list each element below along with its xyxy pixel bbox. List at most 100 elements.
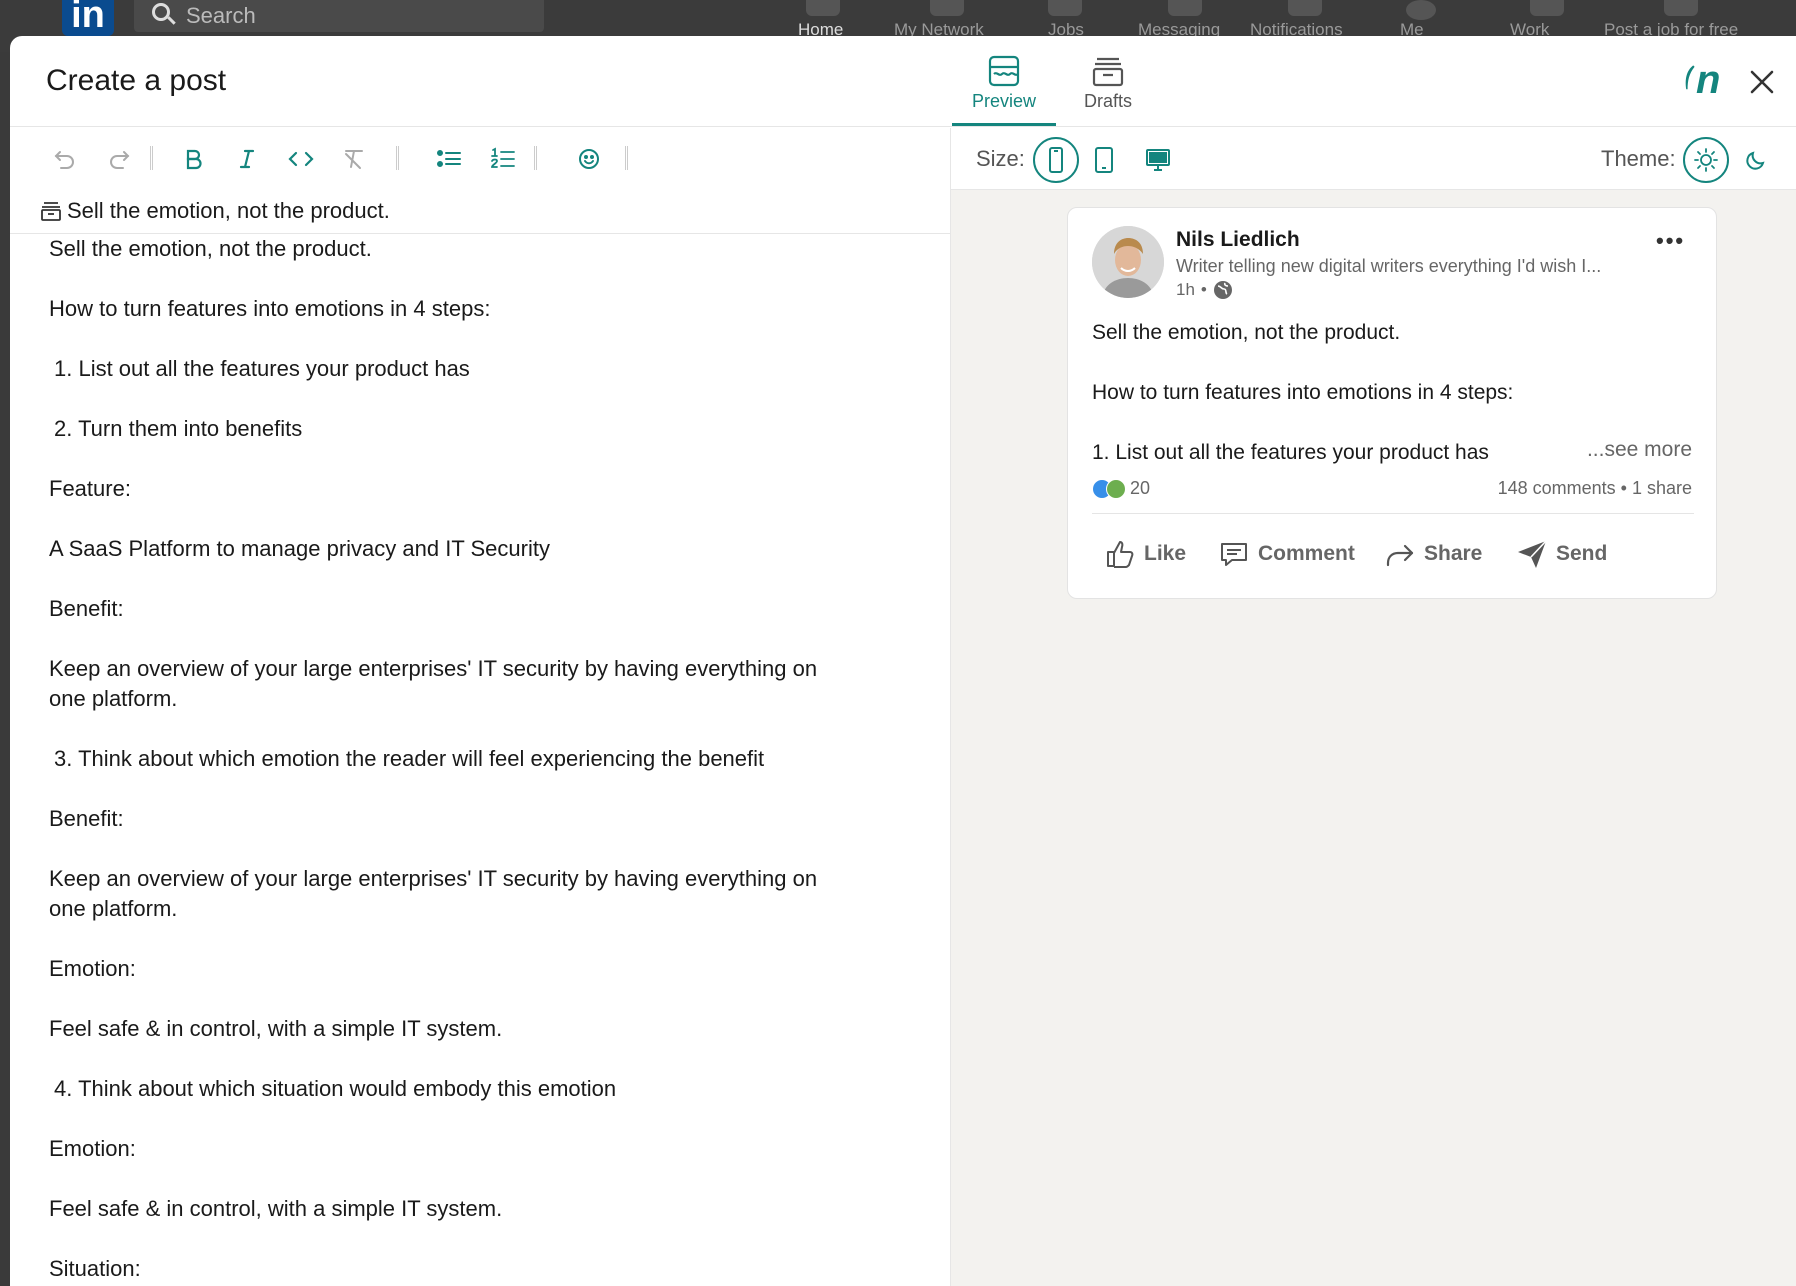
- theme-dark-button[interactable]: [1733, 137, 1779, 183]
- comment-label: Comment: [1258, 542, 1355, 565]
- linkedin-logo: in: [62, 0, 114, 36]
- bold-icon: [186, 149, 202, 170]
- me-avatar-icon: [1406, 0, 1436, 20]
- preview-pane: Size: Theme: Nils Liedlich Writer tellin…: [950, 128, 1796, 1286]
- editor-line: Keep an overview of your large enterpris…: [49, 656, 818, 711]
- size-tablet-button[interactable]: [1081, 137, 1127, 183]
- editor-line: 3. Think about which emotion the reader …: [54, 746, 765, 771]
- emoji-icon: [579, 149, 599, 169]
- italic-button[interactable]: [230, 142, 264, 176]
- desktop-icon: [1146, 149, 1170, 171]
- editor-line: Feel safe & in control, with a simple IT…: [49, 1016, 503, 1041]
- italic-icon: [239, 149, 255, 169]
- size-label: Size:: [976, 146, 1025, 171]
- editor-pane: Sell the emotion, not the product. Sell …: [10, 128, 950, 1286]
- post-meta: 1h •: [1176, 280, 1233, 300]
- modal-header: Create a post Preview Drafts n: [10, 36, 1796, 127]
- notifications-icon: [1288, 0, 1322, 16]
- redo-icon: [110, 151, 130, 169]
- post-line: Sell the emotion, not the product.: [1092, 321, 1401, 344]
- editor-line: 4. Think about which situation would emb…: [54, 1076, 617, 1101]
- clear-format-button[interactable]: [337, 142, 371, 176]
- clear-format-icon: [345, 150, 363, 169]
- author-headline: Writer telling new digital writers every…: [1176, 256, 1602, 276]
- comment-button[interactable]: Comment: [1218, 538, 1355, 570]
- theme-light-button[interactable]: [1683, 137, 1729, 183]
- editor-line: Feel safe & in control, with a simple IT…: [49, 1196, 503, 1221]
- brand-logo: n: [1682, 60, 1720, 100]
- share-icon: [1386, 544, 1414, 567]
- editor-line: Keep an overview of your large enterpris…: [49, 866, 818, 921]
- preview-controls: Size: Theme:: [951, 128, 1796, 190]
- post-editor[interactable]: Sell the emotion, not the product. How t…: [49, 234, 929, 1286]
- messaging-icon: [1168, 0, 1202, 16]
- toolbar-separator: [625, 146, 628, 170]
- bold-button[interactable]: [177, 142, 211, 176]
- like-label: Like: [1144, 542, 1187, 565]
- tab-preview-label: Preview: [971, 91, 1037, 111]
- mobile-icon: [1049, 147, 1063, 173]
- code-button[interactable]: [284, 142, 318, 176]
- social-counts[interactable]: 148 comments • 1 share: [1498, 478, 1692, 499]
- editor-line: A SaaS Platform to manage privacy and IT…: [49, 536, 550, 561]
- post-time: 1h: [1176, 280, 1195, 299]
- moon-icon: [1746, 151, 1765, 170]
- editor-line: 2. Turn them into benefits: [54, 416, 303, 441]
- post-author[interactable]: Nils Liedlich: [1176, 228, 1300, 252]
- share-label: Share: [1424, 542, 1483, 565]
- draft-title-row[interactable]: Sell the emotion, not the product.: [10, 188, 950, 234]
- bullet-list-icon: [437, 150, 461, 167]
- reactions-summary[interactable]: 20: [1092, 478, 1150, 499]
- send-label: Send: [1556, 542, 1608, 565]
- editor-line: How to turn features into emotions in 4 …: [49, 296, 491, 321]
- post-preview-card: Nils Liedlich Writer telling new digital…: [1067, 207, 1717, 599]
- editor-line: Sell the emotion, not the product.: [49, 236, 372, 261]
- undo-icon: [54, 151, 74, 169]
- author-avatar[interactable]: [1092, 226, 1164, 298]
- close-icon[interactable]: [1746, 66, 1778, 98]
- share-button[interactable]: Share: [1384, 538, 1482, 570]
- undo-button[interactable]: [48, 142, 82, 176]
- editor-line: Feature:: [49, 476, 131, 501]
- jobs-icon: [1048, 0, 1082, 16]
- meta-separator: •: [1200, 280, 1207, 299]
- theme-label: Theme:: [1601, 146, 1676, 171]
- create-post-modal: Create a post Preview Drafts n Sell the …: [10, 36, 1796, 1286]
- format-toolbar: [10, 128, 950, 188]
- drafts-icon: [1092, 57, 1124, 87]
- quill-icon: [1685, 65, 1695, 90]
- brand-letter: n: [1696, 58, 1721, 102]
- size-mobile-button[interactable]: [1033, 137, 1079, 183]
- toolbar-separator: [150, 146, 153, 170]
- preview-icon: [988, 55, 1020, 87]
- send-button[interactable]: Send: [1516, 538, 1607, 570]
- editor-line: Emotion:: [49, 1136, 136, 1161]
- size-desktop-button[interactable]: [1135, 137, 1181, 183]
- background-search-text: Search: [186, 3, 256, 28]
- support-reaction-icon: [1106, 478, 1126, 499]
- drafts-icon: [41, 202, 61, 221]
- numbered-list-button[interactable]: [486, 142, 520, 176]
- toolbar-separator: [396, 146, 399, 170]
- card-divider: [1092, 513, 1694, 514]
- home-icon: [806, 0, 840, 16]
- tab-drafts[interactable]: Drafts: [1056, 54, 1160, 126]
- editor-line: Benefit:: [49, 596, 124, 621]
- emoji-button[interactable]: [572, 142, 606, 176]
- redo-button[interactable]: [102, 142, 136, 176]
- comment-icon: [1221, 543, 1247, 566]
- tab-drafts-label: Drafts: [1083, 91, 1132, 111]
- editor-line: Emotion:: [49, 956, 136, 981]
- like-button[interactable]: Like: [1104, 538, 1186, 570]
- work-grid-icon: [1530, 0, 1564, 16]
- globe-icon: [1213, 281, 1232, 299]
- editor-line: Situation:: [49, 1256, 141, 1281]
- like-icon: [1107, 541, 1134, 568]
- editor-line: Benefit:: [49, 806, 124, 831]
- bullet-list-button[interactable]: [432, 142, 466, 176]
- more-options-icon[interactable]: •••: [1656, 228, 1685, 254]
- post-line: How to turn features into emotions in 4 …: [1092, 381, 1514, 404]
- see-more-link[interactable]: ...see more: [1587, 438, 1692, 462]
- sun-icon: [1694, 148, 1718, 172]
- tab-preview[interactable]: Preview: [952, 54, 1056, 126]
